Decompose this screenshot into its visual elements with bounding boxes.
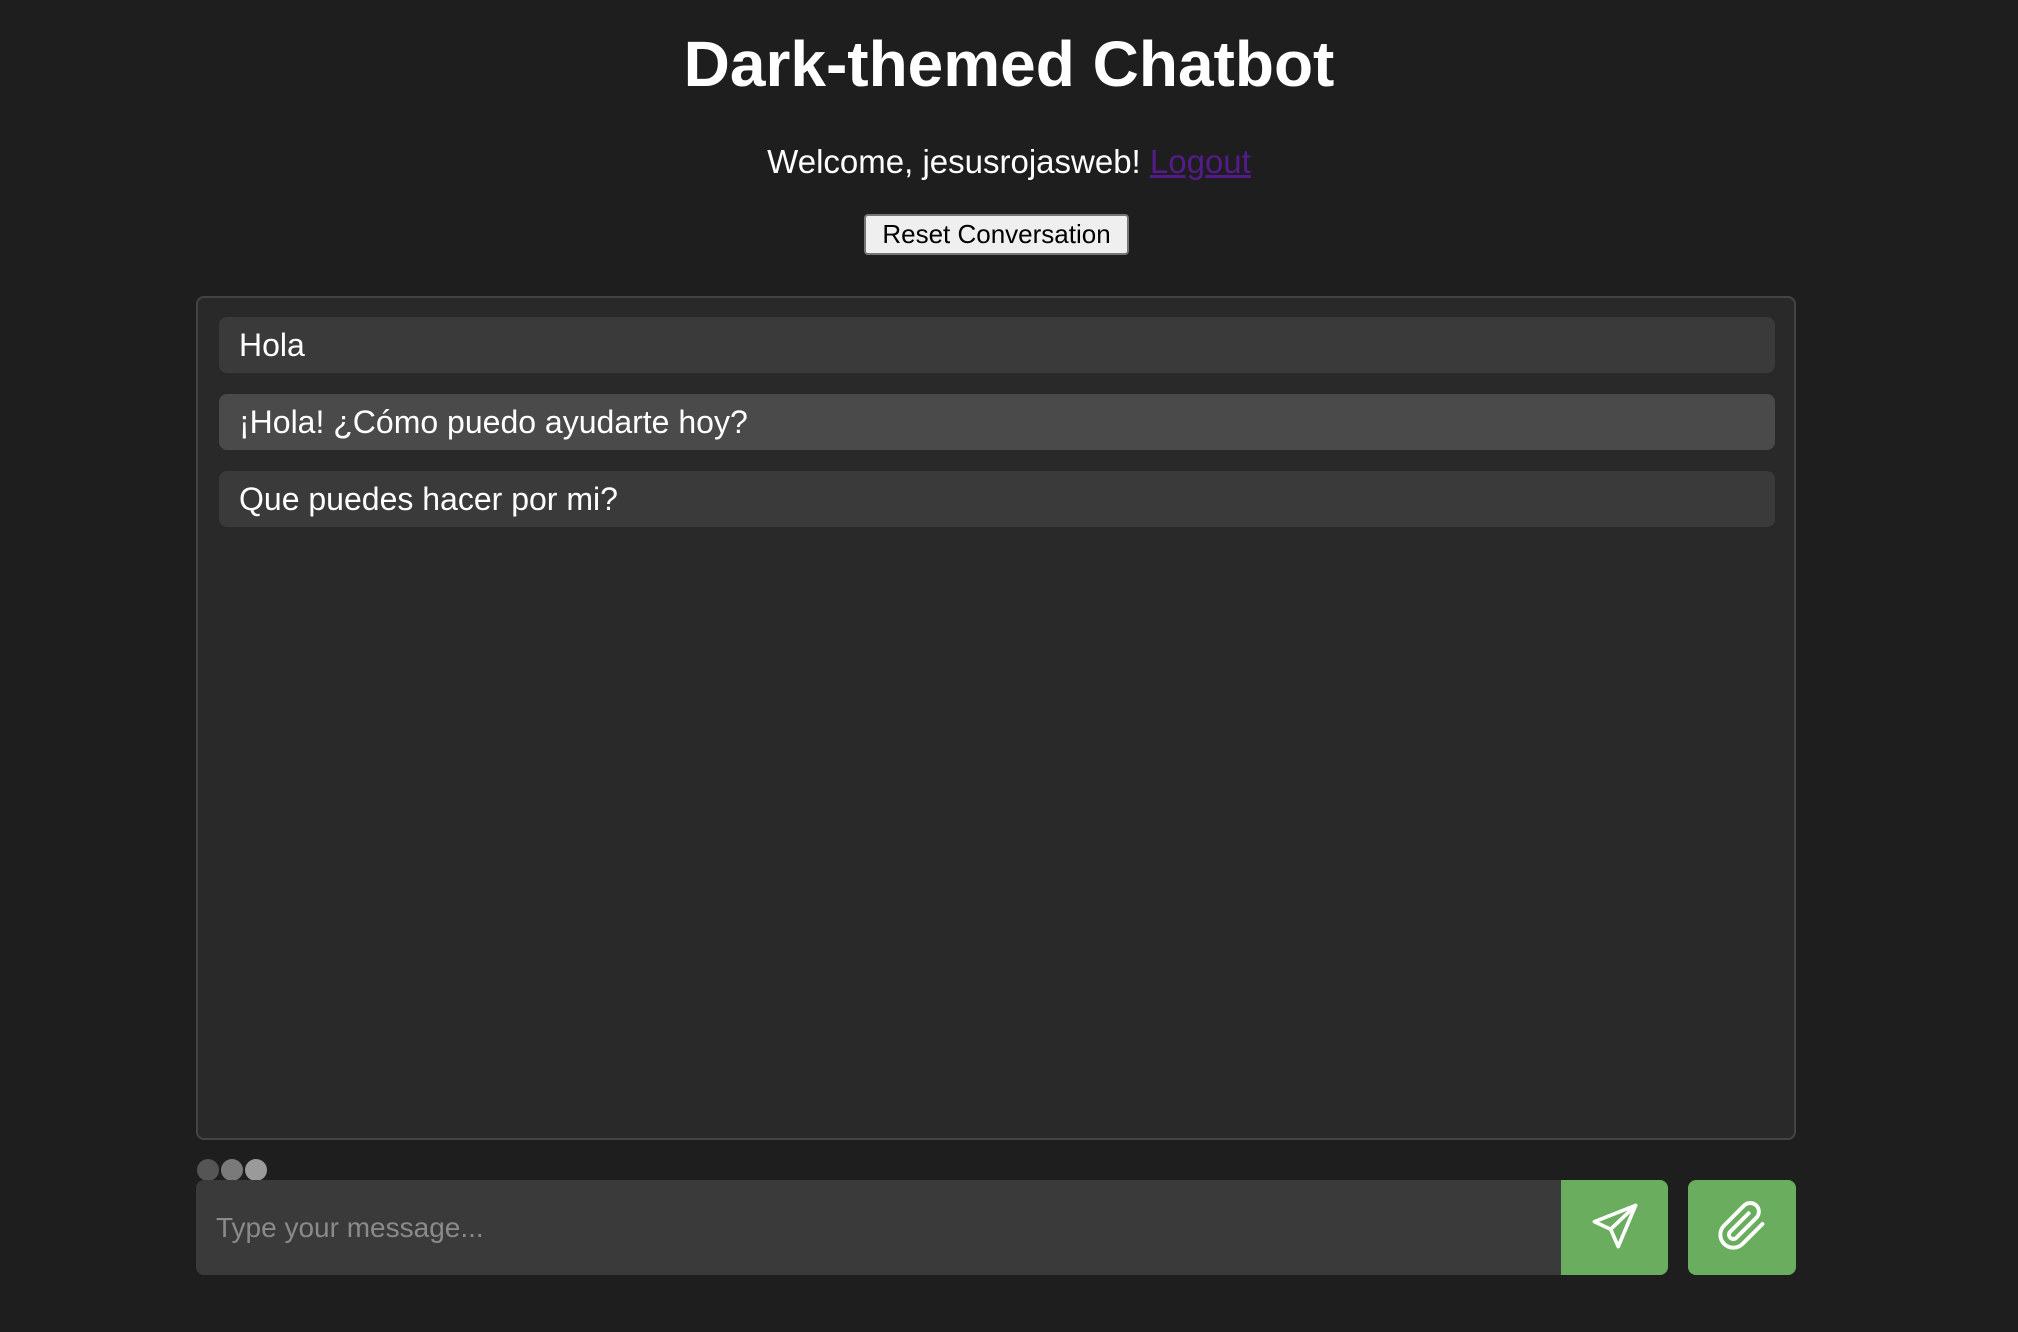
- send-paper-plane-icon: [1589, 1200, 1641, 1255]
- typing-dot: [245, 1159, 267, 1181]
- welcome-line: Welcome, jesusrojasweb! Logout: [0, 142, 2018, 182]
- welcome-text: Welcome, jesusrojasweb!: [767, 143, 1141, 180]
- chat-message-user: Hola: [219, 317, 1775, 373]
- send-button[interactable]: [1561, 1180, 1668, 1275]
- page-title: Dark-themed Chatbot: [683, 28, 1335, 100]
- paperclip-icon: [1716, 1200, 1768, 1255]
- chat-message-user: Que puedes hacer por mi?: [219, 471, 1775, 527]
- message-input-wrapper: [196, 1180, 1561, 1275]
- typing-dot: [221, 1159, 243, 1181]
- message-input[interactable]: [196, 1180, 1561, 1275]
- chat-messages-panel[interactable]: Hola ¡Hola! ¿Cómo puedo ayudarte hoy? Qu…: [196, 296, 1796, 1140]
- chatbot-page: Dark-themed Chatbot Welcome, jesusrojasw…: [0, 0, 2018, 1332]
- reset-conversation-button[interactable]: Reset Conversation: [864, 214, 1129, 255]
- chat-message-bot: ¡Hola! ¿Cómo puedo ayudarte hoy?: [219, 394, 1775, 450]
- typing-dot: [197, 1159, 219, 1181]
- attach-file-button[interactable]: [1688, 1180, 1796, 1275]
- logout-link[interactable]: Logout: [1150, 143, 1251, 180]
